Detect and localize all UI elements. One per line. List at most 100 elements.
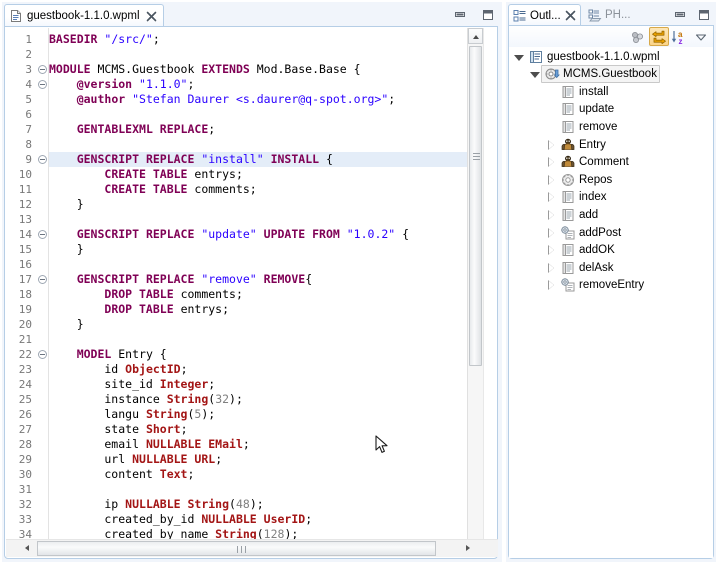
editor-tab-guestbook[interactable]: guestbook-1.1.0.wpml [4,4,164,27]
twisty-collapsed-icon[interactable] [545,279,557,291]
code-line[interactable]: ip NULLABLE String(48); [49,497,483,512]
code-line[interactable] [49,482,483,497]
code-line[interactable]: GENSCRIPT REPLACE "remove" REMOVE{ [49,272,483,287]
code-line[interactable]: email NULLABLE EMail; [49,437,483,452]
tree-item-content[interactable]: update [558,101,616,117]
code-line[interactable]: created_by_id NULLABLE UserID; [49,512,483,527]
tree-item-content[interactable]: Comment [558,154,631,170]
vertical-scrollbar[interactable] [467,28,483,540]
maximize-icon[interactable] [480,7,496,23]
horizontal-scrollbar[interactable] [6,539,498,557]
twisty-collapsed-icon[interactable] [545,191,557,203]
tree-item-update[interactable]: update [509,101,713,118]
scroll-left-arrow[interactable] [20,541,35,556]
close-icon[interactable] [146,11,157,22]
code-line[interactable]: site_id Integer; [49,377,483,392]
code-line[interactable]: GENTABLEXML REPLACE; [49,122,483,137]
fold-collapse-icon[interactable] [38,65,47,74]
code-line[interactable]: } [49,197,483,212]
twisty-expanded-icon[interactable] [513,51,525,63]
code-line[interactable]: url NULLABLE URL; [49,452,483,467]
tree-item-content[interactable]: Entry [558,137,608,153]
code-line[interactable] [49,332,483,347]
tree-item-content[interactable]: delAsk [558,260,616,276]
vertical-scrollbar-thumb[interactable] [469,46,482,366]
code-line[interactable]: id ObjectID; [49,362,483,377]
fold-collapse-icon[interactable] [38,275,47,284]
fold-collapse-icon[interactable] [38,230,47,239]
tree-item-content[interactable]: Repos [558,172,614,188]
code-line[interactable]: @author "Stefan Daurer <s.daurer@q-spot.… [49,92,483,107]
twisty-collapsed-icon[interactable] [545,262,557,274]
sort-toggle-button[interactable] [649,27,669,46]
code-line[interactable]: GENSCRIPT REPLACE "install" INSTALL { [49,152,483,167]
tree-item-repos[interactable]: Repos [509,171,713,188]
minimize-icon[interactable] [452,7,468,23]
code-viewport[interactable]: 1234567891011121314151617181920212223242… [6,28,483,540]
twisty-collapsed-icon[interactable] [545,244,557,256]
twisty-collapsed-icon[interactable] [545,139,557,151]
tree-item-delask[interactable]: delAsk [509,259,713,276]
outline-tree[interactable]: guestbook-1.1.0.wpmlMCMS.Guestbookinstal… [509,47,713,558]
code-line[interactable]: CREATE TABLE comments; [49,182,483,197]
fold-collapse-icon[interactable] [38,350,47,359]
tree-item-remove[interactable]: remove [509,118,713,135]
horizontal-scrollbar-thumb[interactable] [37,541,436,556]
fold-collapse-icon[interactable] [38,155,47,164]
code-line[interactable] [49,107,483,122]
tree-item-content[interactable]: addPost [558,225,623,241]
tree-item-content[interactable]: addOK [558,242,617,258]
tree-item-addok[interactable]: addOK [509,242,713,259]
tree-item-guestbook-1-1-0-wpml[interactable]: guestbook-1.1.0.wpml [509,48,713,65]
twisty-expanded-icon[interactable] [529,68,541,80]
tree-item-comment[interactable]: Comment [509,154,713,171]
maximize-icon[interactable] [696,7,712,23]
scroll-up-arrow[interactable] [468,28,483,44]
overview-ruler[interactable] [483,28,497,540]
tree-item-content[interactable]: install [558,84,610,100]
tree-item-removeentry[interactable]: removeEntry [509,277,713,294]
tree-item-mcms-guestbook[interactable]: MCMS.Guestbook [509,66,713,83]
twisty-collapsed-icon[interactable] [545,209,557,221]
code-line[interactable]: instance String(32); [49,392,483,407]
code-line[interactable]: langu String(5); [49,407,483,422]
code-line[interactable]: GENSCRIPT REPLACE "update" UPDATE FROM "… [49,227,483,242]
twisty-collapsed-icon[interactable] [545,156,557,168]
minimize-icon[interactable] [672,7,688,23]
tree-item-install[interactable]: install [509,83,713,100]
tree-item-add[interactable]: add [509,206,713,223]
code-line[interactable]: state Short; [49,422,483,437]
code-line[interactable] [49,137,483,152]
tree-item-index[interactable]: index [509,189,713,206]
code-line[interactable]: BASEDIR "/src/"; [49,32,483,47]
tree-item-content[interactable]: index [558,189,609,205]
sort-alphabetical-button[interactable]: a z [670,27,690,46]
code-line[interactable]: MODULE MCMS.Guestbook EXTENDS Mod.Base.B… [49,62,483,77]
code-line[interactable] [49,212,483,227]
code-line[interactable]: @version "1.1.0"; [49,77,483,92]
code-line[interactable]: DROP TABLE comments; [49,287,483,302]
source-code-area[interactable]: BASEDIR "/src/"; MODULE MCMS.Guestbook EX… [49,28,483,540]
close-icon[interactable] [565,10,576,21]
code-line[interactable]: content Text; [49,467,483,482]
tab-outline[interactable]: Outl... [508,4,581,26]
code-line[interactable]: MODEL Entry { [49,347,483,362]
scroll-right-arrow[interactable] [461,541,476,556]
tree-item-entry[interactable]: Entry [509,136,713,153]
code-line[interactable] [49,47,483,62]
tree-item-content[interactable]: guestbook-1.1.0.wpml [526,49,662,65]
hide-fields-button[interactable] [628,27,648,46]
tree-item-content[interactable]: MCMS.Guestbook [541,65,660,83]
tab-properties[interactable]: PH... [584,4,635,26]
code-line[interactable]: } [49,242,483,257]
tree-item-content[interactable]: removeEntry [558,277,646,293]
tree-item-addpost[interactable]: addPost [509,224,713,241]
code-line[interactable]: CREATE TABLE entrys; [49,167,483,182]
view-menu-button[interactable] [691,27,711,46]
tree-item-content[interactable]: remove [558,119,619,135]
twisty-collapsed-icon[interactable] [545,174,557,186]
fold-collapse-icon[interactable] [38,80,47,89]
code-line[interactable]: DROP TABLE entrys; [49,302,483,317]
code-line[interactable] [49,257,483,272]
code-line[interactable]: } [49,317,483,332]
